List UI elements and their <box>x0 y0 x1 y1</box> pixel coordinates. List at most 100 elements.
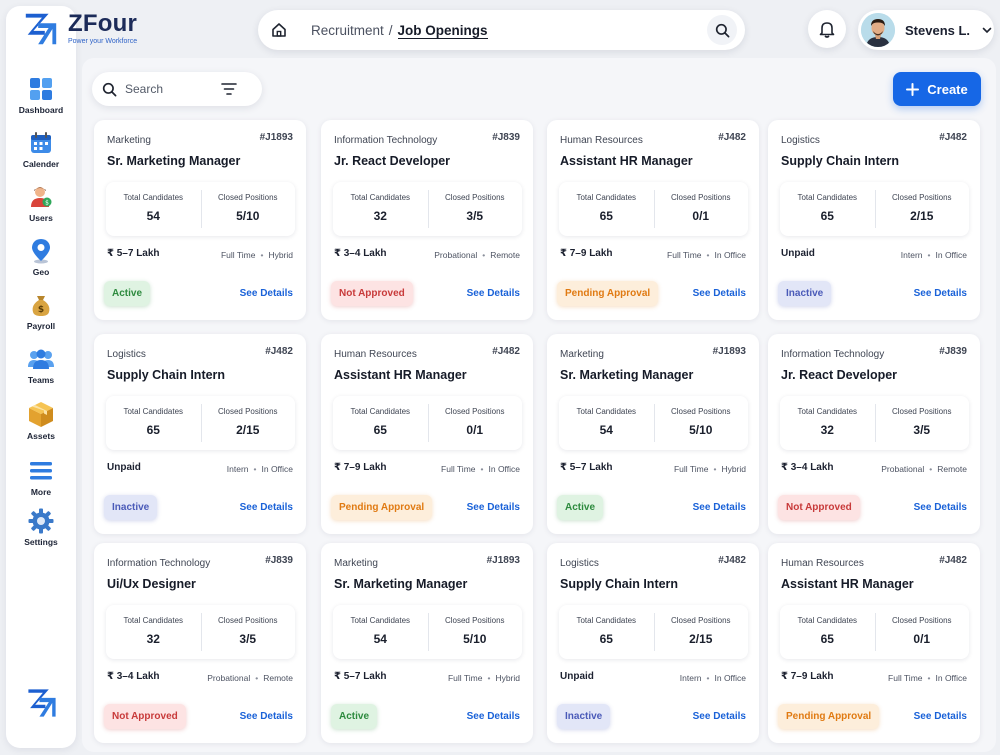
closed-positions-value: 2/15 <box>236 423 260 437</box>
total-candidates-stat: Total Candidates 32 <box>106 605 201 659</box>
sidebar-item-label: More <box>30 487 52 497</box>
status-badge: Inactive <box>104 495 158 520</box>
job-salary: Unpaid <box>781 248 815 259</box>
stat-label: Total Candidates <box>123 193 184 202</box>
stat-label: Total Candidates <box>797 407 858 416</box>
work-mode: In Office <box>261 464 294 474</box>
job-meta: Probational • Remote <box>881 464 967 474</box>
work-mode: Remote <box>263 673 293 683</box>
sidebar-item-teams[interactable]: Teams <box>6 346 76 400</box>
sidebar-item-settings[interactable]: Settings <box>6 508 76 562</box>
sidebar-item-geo[interactable]: Geo <box>6 238 76 292</box>
status-badge: Active <box>104 281 151 306</box>
breadcrumb-parent[interactable]: Recruitment <box>311 23 384 38</box>
status-badge: Active <box>331 704 378 729</box>
see-details-link[interactable]: See Details <box>467 288 520 299</box>
see-details-link[interactable]: See Details <box>467 502 520 513</box>
job-card: Logistics #J482 Supply Chain Intern Total C… <box>94 334 306 534</box>
employment-type: Full Time <box>888 673 923 683</box>
see-details-link[interactable]: See Details <box>693 288 746 299</box>
location-pin-icon <box>28 238 54 264</box>
see-details-link[interactable]: See Details <box>240 502 293 513</box>
meta-separator: • <box>255 673 259 683</box>
job-stats: Total Candidates 54 Closed Positions 5/10 <box>106 182 295 236</box>
job-id: #J482 <box>718 555 746 566</box>
sidebar-item-label: Teams <box>27 375 55 385</box>
total-candidates-stat: Total Candidates 54 <box>559 396 654 450</box>
employment-type: Probational <box>434 250 478 260</box>
filter-icon[interactable] <box>221 82 237 96</box>
sidebar-nav: Dashboard Calender $ Users Geo $ Payroll <box>6 76 76 562</box>
dashboard-icon <box>28 76 54 102</box>
status-badge: Pending Approval <box>778 704 880 729</box>
see-details-link[interactable]: See Details <box>467 711 520 722</box>
closed-positions-value: 3/5 <box>239 632 257 646</box>
sidebar-item-assets[interactable]: Assets <box>6 400 76 458</box>
job-id: #J1893 <box>259 132 293 143</box>
job-id: #J482 <box>939 132 967 143</box>
stat-label: Closed Positions <box>444 193 505 202</box>
total-candidates-stat: Total Candidates 65 <box>106 396 201 450</box>
work-mode: In Office <box>714 250 747 260</box>
sidebar-item-label: Geo <box>32 267 50 277</box>
status-badge: Inactive <box>557 704 611 729</box>
job-id: #J839 <box>939 346 967 357</box>
job-search <box>92 72 262 106</box>
meta-separator: • <box>706 673 710 683</box>
breadcrumb-current: Job Openings <box>397 22 488 39</box>
sidebar-item-payroll[interactable]: $ Payroll <box>6 292 76 346</box>
see-details-link[interactable]: See Details <box>693 502 746 513</box>
total-candidates-value: 65 <box>373 423 387 437</box>
money-bag-icon: $ <box>28 292 54 318</box>
user-menu[interactable]: Stevens L. <box>858 10 994 50</box>
main-content: Create Marketing #J1893 Sr. Marketing Mana… <box>82 58 996 752</box>
job-card: Human Resources #J482 Assistant HR Manager… <box>768 543 980 743</box>
sidebar-item-dashboard[interactable]: Dashboard <box>6 76 76 130</box>
total-candidates-stat: Total Candidates 65 <box>559 605 654 659</box>
work-mode: Remote <box>490 250 520 260</box>
notifications-button[interactable] <box>808 10 846 48</box>
see-details-link[interactable]: See Details <box>693 711 746 722</box>
closed-positions-value: 2/15 <box>689 632 713 646</box>
menu-icon <box>28 458 54 484</box>
see-details-link[interactable]: See Details <box>914 711 967 722</box>
closed-positions-stat: Closed Positions 5/10 <box>427 605 523 659</box>
job-salary: ₹ 5–7 Lakh <box>334 671 387 682</box>
closed-positions-stat: Closed Positions 0/1 <box>427 396 523 450</box>
status-badge: Active <box>557 495 604 520</box>
work-mode: Hybrid <box>721 464 746 474</box>
search-input[interactable] <box>125 82 221 96</box>
create-label: Create <box>927 81 968 97</box>
job-stats: Total Candidates 54 Closed Positions 5/10 <box>333 605 522 659</box>
job-salary: Unpaid <box>560 671 594 682</box>
stat-label: Closed Positions <box>217 193 278 202</box>
breadcrumb-separator: / <box>388 22 393 38</box>
see-details-link[interactable]: See Details <box>240 711 293 722</box>
job-department: Information Technology <box>781 349 885 360</box>
stat-label: Closed Positions <box>217 616 278 625</box>
job-title: Assistant HR Manager <box>781 577 914 591</box>
job-department: Human Resources <box>334 349 417 360</box>
status-badge: Not Approved <box>778 495 860 520</box>
job-card: Information Technology #J839 Ui/Ux Designe… <box>94 543 306 743</box>
sidebar-item-calender[interactable]: Calender <box>6 130 76 184</box>
job-card: Information Technology #J839 Jr. React Dev… <box>321 120 533 320</box>
see-details-link[interactable]: See Details <box>240 288 293 299</box>
global-search-button[interactable] <box>707 15 737 45</box>
job-department: Information Technology <box>107 558 211 569</box>
job-title: Sr. Marketing Manager <box>107 154 241 168</box>
teams-icon <box>28 346 54 372</box>
create-button[interactable]: Create <box>893 72 981 106</box>
home-button[interactable] <box>265 16 293 44</box>
job-id: #J482 <box>492 346 520 357</box>
total-candidates-value: 32 <box>820 423 834 437</box>
job-salary: ₹ 7–9 Lakh <box>560 248 613 259</box>
sidebar-item-users[interactable]: $ Users <box>6 184 76 238</box>
job-stats: Total Candidates 32 Closed Positions 3/5 <box>106 605 295 659</box>
stat-label: Total Candidates <box>123 616 184 625</box>
job-department: Logistics <box>107 349 146 360</box>
see-details-link[interactable]: See Details <box>914 502 967 513</box>
sidebar-item-more[interactable]: More <box>6 458 76 508</box>
see-details-link[interactable]: See Details <box>914 288 967 299</box>
total-candidates-value: 54 <box>599 423 613 437</box>
